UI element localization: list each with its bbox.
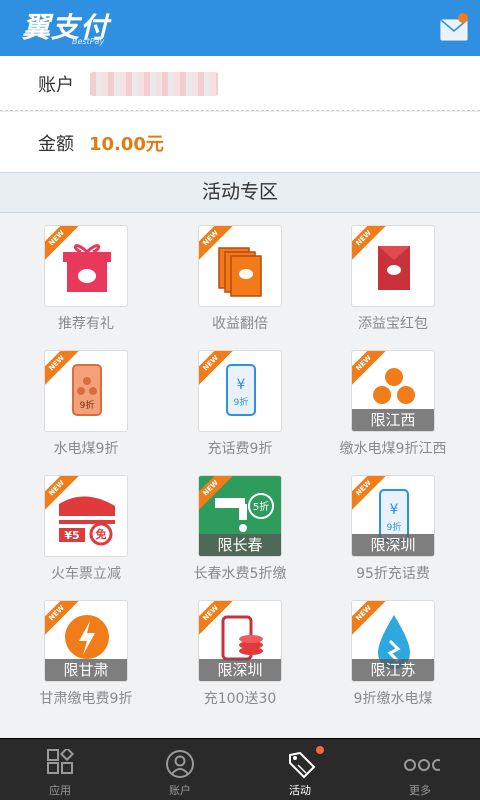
activity-icon-box[interactable]: NEW (198, 225, 282, 307)
activity-label: 添益宝红包 (358, 316, 428, 332)
mail-icon[interactable] (440, 12, 468, 42)
activity-label: 收益翻倍 (212, 316, 268, 332)
app-logo-sub: BestPay (72, 37, 105, 46)
tag-icon (289, 751, 316, 779)
activity-label: 长春水费5折缴 (193, 566, 287, 582)
apps-grid-icon (47, 749, 75, 774)
activity-tile[interactable]: NEW 添益宝红包 (307, 213, 467, 338)
tab-apps-label: 应用 (49, 784, 71, 797)
activity-icon-box[interactable]: ¥5 免 NEW (44, 475, 128, 557)
activity-label: 水电煤9折 (53, 441, 119, 457)
region-limit-label: 限长春 (199, 534, 281, 556)
tab-more[interactable]: 更多 (360, 739, 480, 800)
region-limit-label: 限甘肃 (45, 659, 127, 681)
activity-tile[interactable]: 9折 NEW 水电煤9折 (0, 338, 160, 463)
account-row: 账户 (0, 56, 480, 111)
activity-icon-box[interactable]: NEW (351, 225, 435, 307)
amount-row: 金额 10.00元 (0, 112, 480, 172)
activity-label: 推荐有礼 (58, 316, 114, 332)
tab-more-label: 更多 (409, 784, 431, 797)
svg-text:5折: 5折 (253, 500, 269, 513)
svg-text:¥: ¥ (237, 377, 246, 393)
activity-label: 9折缴水电煤 (353, 691, 433, 707)
activity-icon-box[interactable]: 9折 NEW (44, 350, 128, 432)
activity-label: 充话费9折 (207, 441, 273, 457)
svg-text:¥: ¥ (390, 502, 399, 518)
account-label: 账户 (38, 75, 74, 96)
activity-icon-box[interactable]: NEW (44, 225, 128, 307)
svg-text:9折: 9折 (387, 521, 402, 533)
activity-icon-box[interactable]: NEW 限深圳 (198, 600, 282, 682)
region-limit-label: 限江苏 (352, 659, 434, 681)
activity-tile[interactable]: ¥5 免 NEW 火车票立减 (0, 463, 160, 588)
activity-icon-box[interactable]: NEW 限江西 (351, 350, 435, 432)
activity-tile[interactable]: NEW 限深圳充100送30 (154, 588, 314, 713)
user-icon (166, 750, 194, 778)
activity-icon-box[interactable]: ¥9折 NEW (198, 350, 282, 432)
more-dots-icon (404, 759, 440, 771)
region-limit-label: 限深圳 (352, 534, 434, 556)
notification-dot (316, 746, 324, 754)
svg-text:¥5: ¥5 (64, 529, 79, 542)
svg-text:9折: 9折 (234, 396, 249, 408)
activity-icon-box[interactable]: 5折 NEW 限长春 (198, 475, 282, 557)
activity-label: 火车票立减 (51, 566, 121, 582)
tab-activity[interactable]: 活动 (240, 739, 360, 800)
tab-account-label: 账户 (169, 784, 191, 797)
activity-icon-box[interactable]: ¥9折 NEW 限深圳 (351, 475, 435, 557)
amount-label: 金额 (38, 134, 74, 155)
activity-label: 缴水电煤9折江西 (339, 441, 447, 457)
activity-grid: NEW 推荐有礼 NEW 收益翻倍 NEW 添益宝红包 9折 NEW 水电煤9折 ¥9折 NEW 充话… (0, 213, 480, 738)
region-limit-label: 限江西 (352, 409, 434, 431)
activity-icon-box[interactable]: NEW 限江苏 (351, 600, 435, 682)
activity-tile[interactable]: ¥9折 NEW 充话费9折 (154, 338, 314, 463)
activity-tile[interactable]: ¥9折 NEW 限深圳 95折充话费 (307, 463, 467, 588)
region-limit-label: 限深圳 (199, 659, 281, 681)
amount-value: 10.00元 (89, 134, 164, 155)
activity-label: 95折充话费 (356, 566, 430, 582)
activity-tile[interactable]: 5折 NEW 限长春长春水费5折缴 (154, 463, 314, 588)
activity-tile[interactable]: NEW 推荐有礼 (0, 213, 160, 338)
activity-label: 甘肃缴电费9折 (39, 691, 133, 707)
activity-tile[interactable]: NEW 限江苏 9折缴水电煤 (307, 588, 467, 713)
top-bar: 翼支付 BestPay (0, 0, 480, 56)
account-value-masked (90, 72, 218, 96)
activity-tile[interactable]: NEW 限甘肃甘肃缴电费9折 (0, 588, 160, 713)
svg-text:免: 免 (96, 527, 107, 541)
tab-apps[interactable]: 应用 (0, 739, 120, 800)
activity-icon-box[interactable]: NEW 限甘肃 (44, 600, 128, 682)
tab-account[interactable]: 账户 (120, 739, 240, 800)
activity-tile[interactable]: NEW 收益翻倍 (154, 213, 314, 338)
bottom-tab-bar: 应用 账户 活动 更多 (0, 738, 480, 800)
tab-activity-label: 活动 (289, 784, 311, 797)
section-title: 活动专区 (0, 172, 480, 213)
svg-text:9折: 9折 (80, 399, 95, 411)
activity-tile[interactable]: NEW 限江西缴水电煤9折江西 (307, 338, 467, 463)
activity-label: 充100送30 (203, 691, 277, 707)
